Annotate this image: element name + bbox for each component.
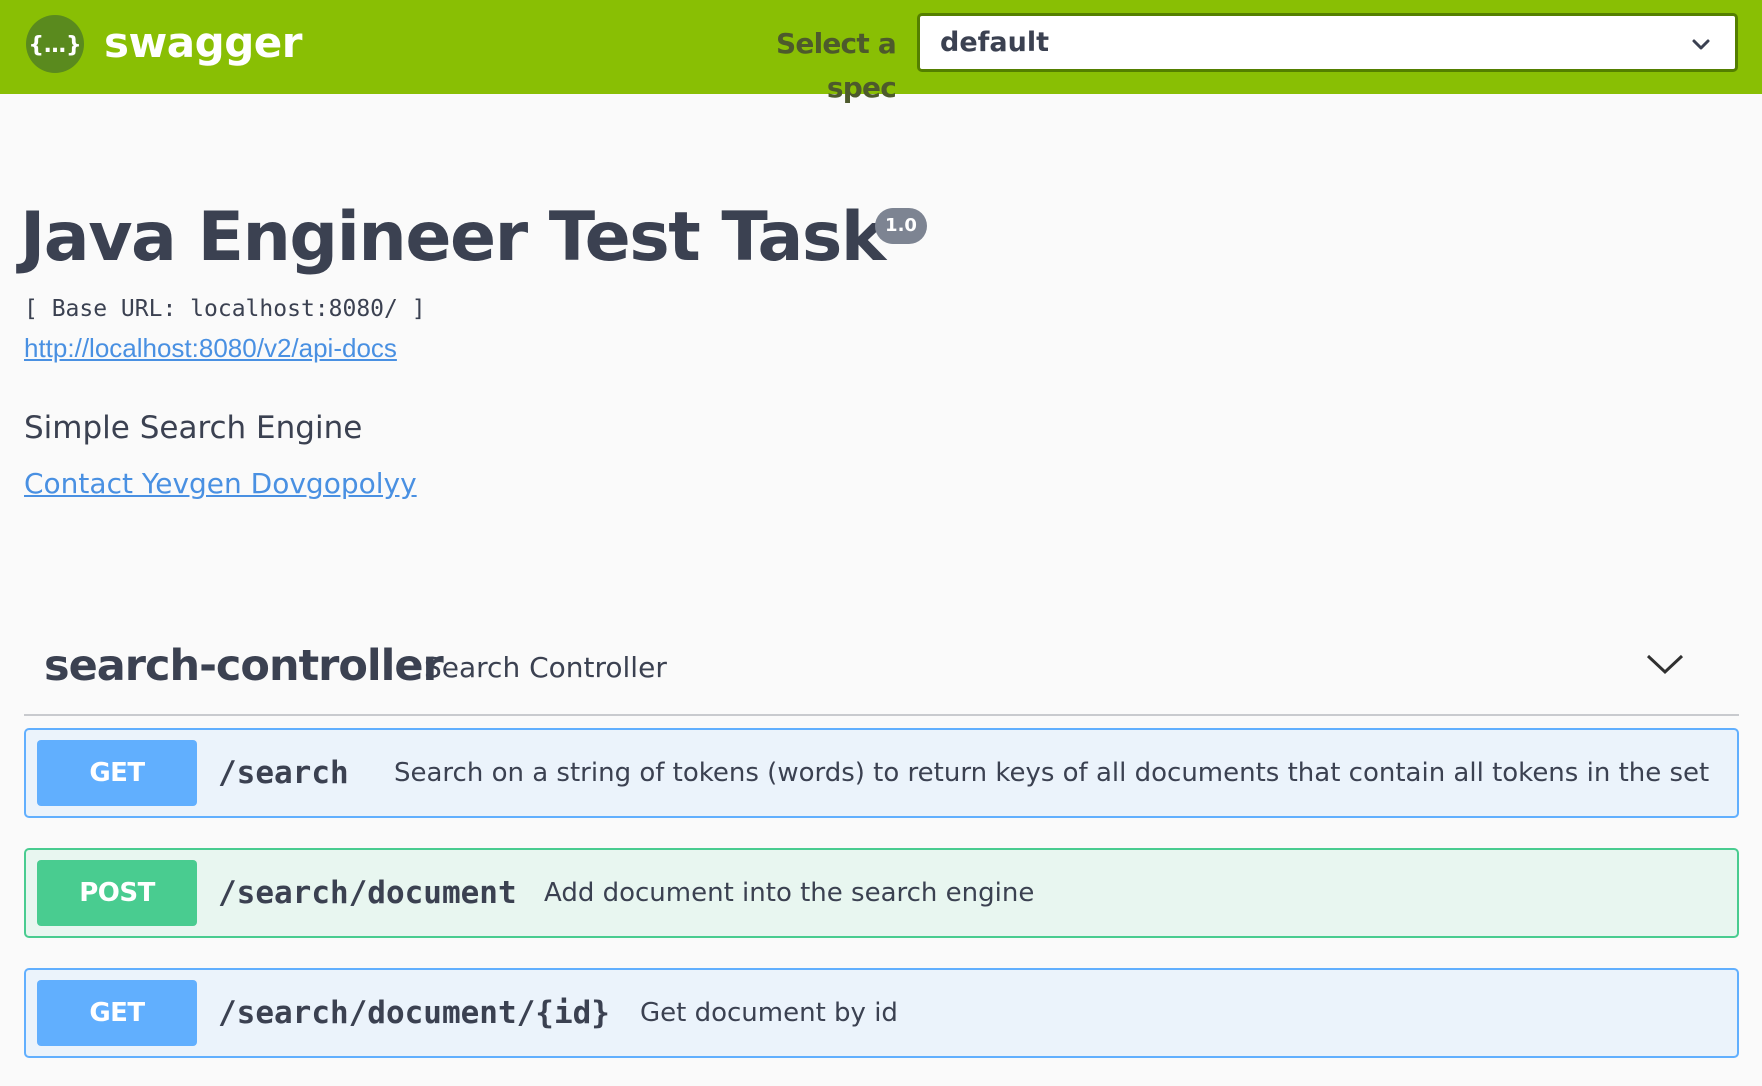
swagger-logo-icon[interactable]: {…} <box>26 15 84 73</box>
brand-name[interactable]: swagger <box>104 17 302 69</box>
tag-description: Search Controller <box>424 651 667 684</box>
spec-selected-value: default <box>940 27 1049 58</box>
topbar: {…} swagger Select a spec default <box>0 0 1762 104</box>
base-url: [ Base URL: localhost:8080/ ] <box>24 296 426 322</box>
operation-path: /search <box>218 755 349 791</box>
swagger-braces-icon: {…} <box>28 33 81 58</box>
operation-summary: Add document into the search engine <box>544 878 1035 908</box>
spec-select[interactable]: default <box>917 13 1738 72</box>
tag-name: search-controller <box>44 641 444 691</box>
contact-link[interactable]: Contact Yevgen Dovgopolyy <box>24 466 417 502</box>
operation-get-search-document-id[interactable]: GET /search/document/{id} Get document b… <box>24 968 1739 1058</box>
operation-post-search-document[interactable]: POST /search/document Add document into … <box>24 848 1739 938</box>
operation-get-search[interactable]: GET /search Search on a string of tokens… <box>24 728 1739 818</box>
method-badge: POST <box>37 860 197 926</box>
chevron-down-icon[interactable] <box>1645 644 1685 684</box>
chevron-down-icon <box>1692 39 1710 50</box>
api-docs-link[interactable]: http://localhost:8080/v2/api-docs <box>24 332 397 364</box>
svg-text:{…}: {…} <box>28 33 81 58</box>
page-title: Java Engineer Test Task <box>20 198 886 277</box>
spec-label: Select a spec <box>776 27 897 104</box>
api-description: Simple Search Engine <box>24 410 363 446</box>
operation-summary: Get document by id <box>640 998 898 1028</box>
operation-path: /search/document/{id} <box>218 995 610 1031</box>
method-badge: GET <box>37 980 197 1046</box>
method-badge: GET <box>37 740 197 806</box>
version-badge: 1.0 <box>875 208 927 244</box>
operation-path: /search/document <box>218 875 517 911</box>
tag-header-search-controller[interactable]: search-controller Search Controller <box>24 628 1739 716</box>
operation-summary: Search on a string of tokens (words) to … <box>394 758 1710 788</box>
